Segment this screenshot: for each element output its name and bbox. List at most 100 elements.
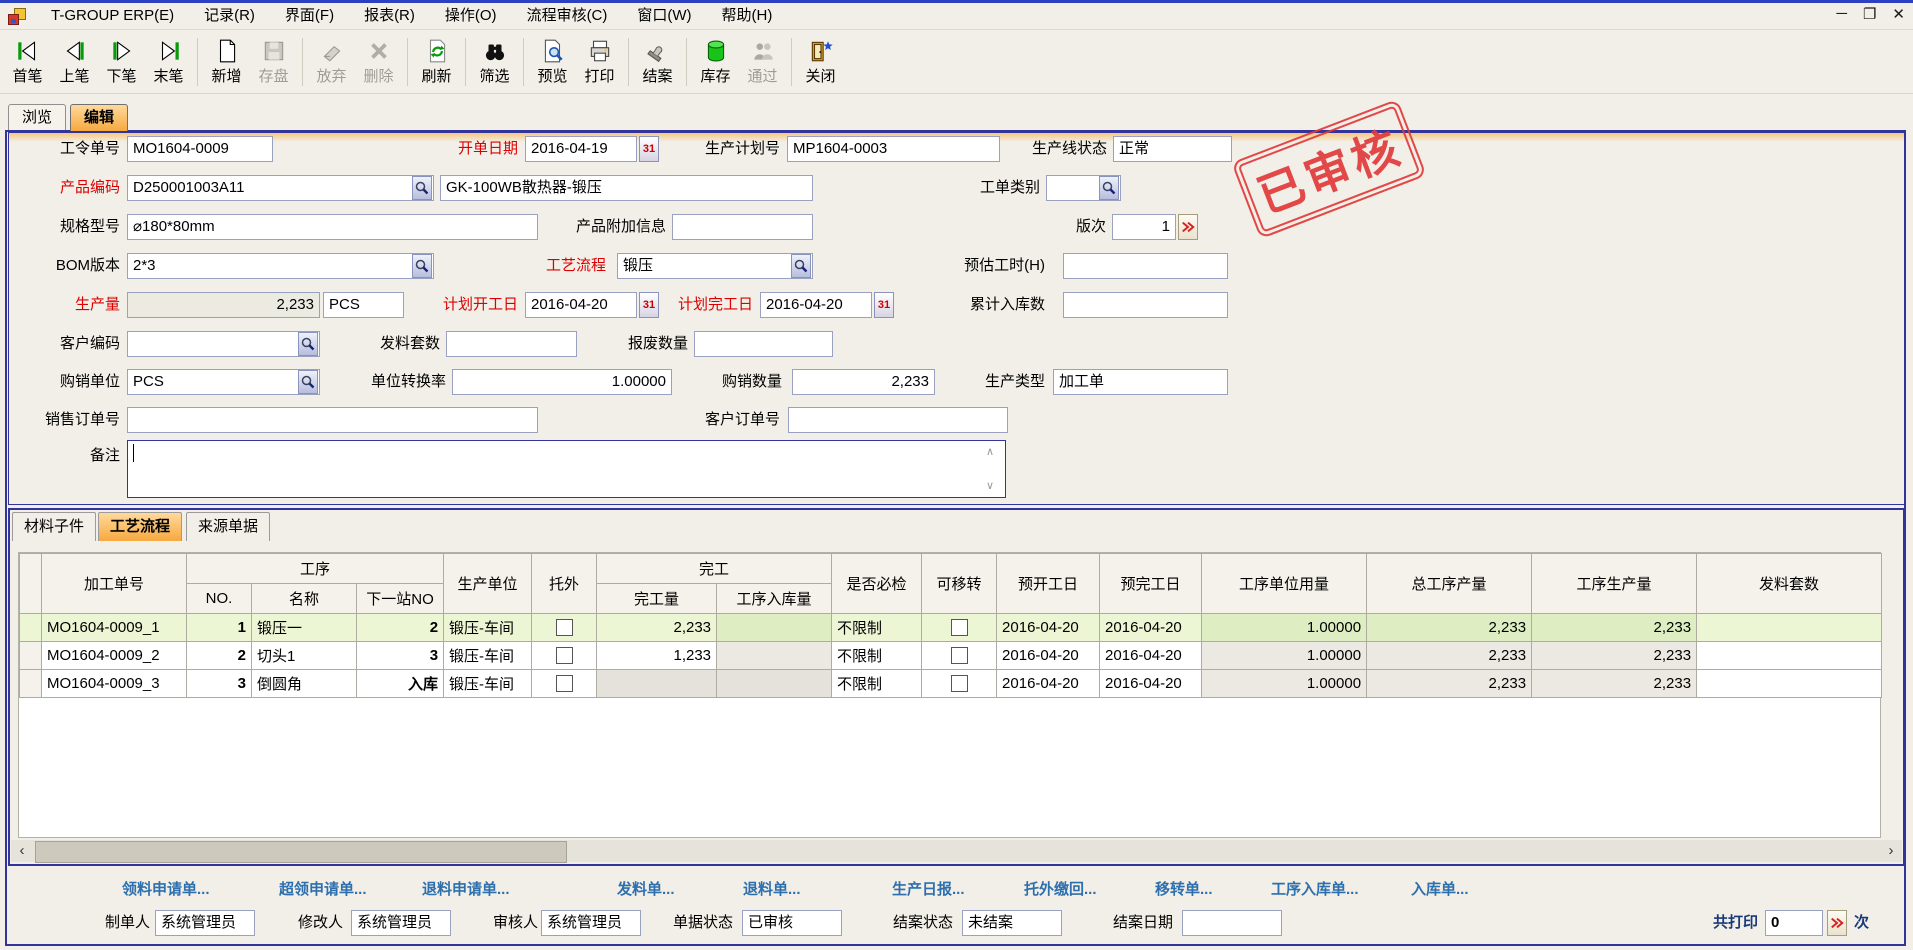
- row-selector[interactable]: [20, 614, 42, 642]
- link-over-request[interactable]: 超领申请单...: [279, 880, 367, 900]
- link-outsource-return[interactable]: 托外缴回...: [1024, 880, 1097, 900]
- work-order-field[interactable]: MO1604-0009: [127, 136, 273, 162]
- minimize-button[interactable]: ─: [1836, 5, 1847, 23]
- cell-pre-start[interactable]: 2016-04-20: [997, 614, 1100, 642]
- cell-pre-start[interactable]: 2016-04-20: [997, 642, 1100, 670]
- sale-qty-field[interactable]: 2,233: [792, 369, 935, 395]
- filter-button[interactable]: 筛选: [471, 33, 518, 91]
- print-spinner-icon[interactable]: [1827, 910, 1847, 936]
- cell-issue-sets[interactable]: [1697, 642, 1882, 670]
- cell-next[interactable]: 2: [357, 614, 444, 642]
- calendar-icon[interactable]: 31: [639, 292, 659, 318]
- cell-unit-usage[interactable]: 1.00000: [1202, 670, 1367, 698]
- cell-pre-end[interactable]: 2016-04-20: [1100, 642, 1202, 670]
- sale-unit-field[interactable]: PCS: [127, 369, 320, 395]
- cell-name[interactable]: 切头1: [252, 642, 357, 670]
- est-hours-field[interactable]: [1063, 253, 1228, 279]
- cell-unit[interactable]: 锻压-车间: [444, 670, 532, 698]
- last-record-button[interactable]: 末笔: [145, 33, 192, 91]
- cell-name[interactable]: 锻压一: [252, 614, 357, 642]
- lookup-icon[interactable]: [412, 176, 432, 200]
- row-selector[interactable]: [20, 670, 42, 698]
- conv-rate-field[interactable]: 1.00000: [452, 369, 672, 395]
- close-button[interactable]: ✕: [1892, 5, 1905, 23]
- print-count-field[interactable]: 0: [1765, 910, 1823, 936]
- tab-browse[interactable]: 浏览: [8, 104, 66, 131]
- prod-unit-field[interactable]: PCS: [323, 292, 404, 318]
- cell-outsource[interactable]: [532, 670, 597, 698]
- inventory-button[interactable]: 库存: [692, 33, 739, 91]
- subtab-materials[interactable]: 材料子件: [12, 512, 96, 541]
- lookup-icon[interactable]: [412, 254, 432, 278]
- customer-order-field[interactable]: [788, 407, 1008, 433]
- prev-record-button[interactable]: 上笔: [51, 33, 98, 91]
- lookup-icon[interactable]: [298, 332, 318, 356]
- cell-no[interactable]: 1: [187, 614, 252, 642]
- movable-checkbox[interactable]: [951, 619, 968, 636]
- scroll-down-icon[interactable]: ∨: [986, 481, 994, 491]
- new-button[interactable]: 新增: [203, 33, 250, 91]
- version-field[interactable]: 1: [1112, 214, 1176, 240]
- tab-edit[interactable]: 编辑: [70, 104, 128, 131]
- link-issue-doc[interactable]: 发料单...: [617, 880, 675, 900]
- lookup-icon[interactable]: [1099, 176, 1119, 200]
- remark-textarea[interactable]: [127, 440, 1006, 498]
- cell-no[interactable]: 3: [187, 670, 252, 698]
- calendar-icon[interactable]: 31: [874, 292, 894, 318]
- menu-item-flow-audit[interactable]: 流程审核(C): [512, 3, 623, 29]
- plan-no-field[interactable]: MP1604-0003: [787, 136, 1000, 162]
- product-code-field[interactable]: D250001003A11: [127, 175, 434, 201]
- subtab-process[interactable]: 工艺流程: [98, 512, 182, 541]
- cell-issue-sets[interactable]: [1697, 614, 1882, 642]
- cell-no[interactable]: 2: [187, 642, 252, 670]
- menu-item-help[interactable]: 帮助(H): [707, 3, 788, 29]
- product-name-field[interactable]: GK-100WB散热器-锻压: [440, 175, 813, 201]
- outsource-checkbox[interactable]: [556, 675, 573, 692]
- link-daily-report[interactable]: 生产日报...: [892, 880, 965, 900]
- outsource-checkbox[interactable]: [556, 647, 573, 664]
- link-transfer-doc[interactable]: 移转单...: [1155, 880, 1213, 900]
- cell-done-qty[interactable]: 1,233: [597, 642, 717, 670]
- print-button[interactable]: 打印: [576, 33, 623, 91]
- menu-item-record[interactable]: 记录(R): [189, 3, 270, 29]
- cell-pre-end[interactable]: 2016-04-20: [1100, 670, 1202, 698]
- cell-proc-output[interactable]: 2,233: [1532, 614, 1697, 642]
- menu-item-interface[interactable]: 界面(F): [270, 3, 349, 29]
- total-in-field[interactable]: [1063, 292, 1228, 318]
- cell-movable[interactable]: [922, 642, 997, 670]
- cell-done-qty[interactable]: [597, 670, 717, 698]
- link-material-request[interactable]: 领料申请单...: [122, 880, 210, 900]
- line-status-field[interactable]: 正常: [1113, 136, 1232, 162]
- process-flow-field[interactable]: 锻压: [617, 253, 813, 279]
- cell-order[interactable]: MO1604-0009_3: [42, 670, 187, 698]
- open-date-field[interactable]: 2016-04-19: [525, 136, 637, 162]
- plan-end-field[interactable]: 2016-04-20: [760, 292, 872, 318]
- cell-must-check[interactable]: 不限制: [832, 642, 922, 670]
- cell-issue-sets[interactable]: [1697, 670, 1882, 698]
- horizontal-scrollbar[interactable]: ‹ ›: [11, 840, 1902, 862]
- cell-movable[interactable]: [922, 670, 997, 698]
- restore-button[interactable]: ❐: [1863, 5, 1876, 23]
- close-case-button[interactable]: 结案: [634, 33, 681, 91]
- first-record-button[interactable]: 首笔: [4, 33, 51, 91]
- scrap-qty-field[interactable]: [694, 331, 833, 357]
- menu-item-report[interactable]: 报表(R): [349, 3, 430, 29]
- refresh-button[interactable]: 刷新: [413, 33, 460, 91]
- exit-button[interactable]: 关闭: [797, 33, 844, 91]
- cell-pre-start[interactable]: 2016-04-20: [997, 670, 1100, 698]
- spec-field[interactable]: ⌀180*80mm: [127, 214, 538, 240]
- cell-proc-output[interactable]: 2,233: [1532, 670, 1697, 698]
- cell-next[interactable]: 入库: [357, 670, 444, 698]
- link-return-request[interactable]: 退料申请单...: [422, 880, 510, 900]
- lookup-icon[interactable]: [791, 254, 811, 278]
- version-spinner-icon[interactable]: [1178, 214, 1198, 240]
- calendar-icon[interactable]: 31: [639, 136, 659, 162]
- cell-must-check[interactable]: 不限制: [832, 614, 922, 642]
- cell-total-output[interactable]: 2,233: [1367, 670, 1532, 698]
- sales-order-field[interactable]: [127, 407, 538, 433]
- cell-unit-usage[interactable]: 1.00000: [1202, 642, 1367, 670]
- scroll-left-icon[interactable]: ‹: [11, 840, 33, 862]
- cell-unit-usage[interactable]: 1.00000: [1202, 614, 1367, 642]
- cell-pre-end[interactable]: 2016-04-20: [1100, 614, 1202, 642]
- prod-qty-field[interactable]: 2,233: [127, 292, 320, 318]
